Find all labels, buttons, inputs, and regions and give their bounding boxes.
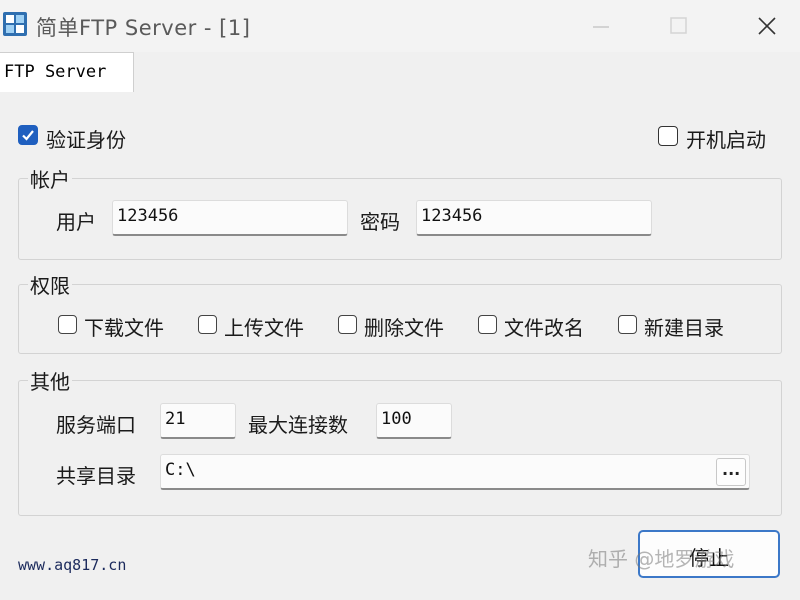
user-label: 用户 [56, 210, 96, 234]
download-files-label: 下载文件 [84, 316, 164, 340]
shared-directory-label: 共享目录 [56, 464, 136, 488]
browse-directory-button[interactable]: ... [716, 458, 746, 486]
shared-directory-value: C:\ [165, 460, 196, 480]
download-files-checkbox[interactable] [58, 315, 77, 334]
service-port-value: 21 [165, 409, 186, 429]
maximize-icon [670, 17, 687, 34]
user-input-value: 123456 [117, 206, 179, 226]
max-connections-value: 100 [381, 409, 412, 429]
checkmark-icon [22, 130, 34, 141]
upload-files-checkbox[interactable] [198, 315, 217, 334]
site-url-text: www.aq817.cn [18, 556, 127, 574]
password-label: 密码 [360, 210, 400, 234]
shared-directory-input[interactable]: C:\ [160, 454, 750, 490]
create-directory-checkbox[interactable] [618, 315, 637, 334]
permissions-group-title: 权限 [28, 270, 72, 299]
verify-identity-label: 验证身份 [46, 128, 126, 152]
service-port-label: 服务端口 [56, 413, 136, 437]
delete-files-label: 删除文件 [364, 316, 444, 340]
tab-strip: FTP Server [0, 52, 800, 93]
user-input[interactable]: 123456 [112, 200, 348, 236]
upload-files-label: 上传文件 [224, 316, 304, 340]
minimize-icon [593, 26, 609, 28]
start-on-boot-label: 开机启动 [686, 128, 766, 152]
minimize-button[interactable] [574, 0, 628, 52]
tab-label: FTP Server [4, 62, 107, 82]
rename-files-label: 文件改名 [504, 316, 584, 340]
browse-button-label: ... [722, 460, 741, 479]
password-input-value: 123456 [421, 206, 483, 226]
watermark-text: 知乎 @地罗游戏 [588, 547, 735, 571]
create-directory-label: 新建目录 [644, 316, 724, 340]
other-group-title: 其他 [28, 366, 72, 395]
rename-files-checkbox[interactable] [478, 315, 497, 334]
verify-identity-checkbox[interactable] [18, 125, 38, 145]
close-button[interactable] [740, 0, 794, 52]
window-title: 简单FTP Server - [1] [36, 16, 251, 40]
max-connections-input[interactable]: 100 [376, 403, 452, 439]
max-connections-label: 最大连接数 [248, 413, 348, 437]
service-port-input[interactable]: 21 [160, 403, 236, 439]
start-on-boot-checkbox[interactable] [658, 126, 678, 146]
app-logo-icon [2, 10, 28, 38]
tab-ftp-server[interactable]: FTP Server [0, 52, 134, 92]
maximize-button[interactable] [652, 0, 706, 52]
other-group [18, 380, 782, 516]
account-group-title: 帐户 [28, 164, 72, 193]
delete-files-checkbox[interactable] [338, 315, 357, 334]
password-input[interactable]: 123456 [416, 200, 652, 236]
title-bar[interactable]: 简单FTP Server - [1] [0, 0, 800, 52]
close-icon [758, 17, 776, 35]
